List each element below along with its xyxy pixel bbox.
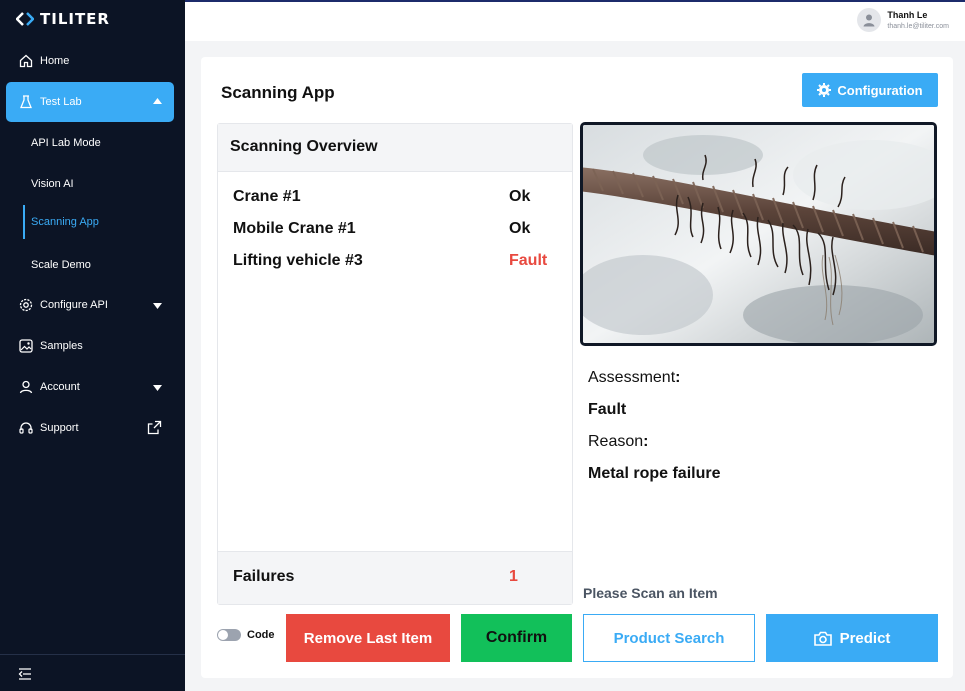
sidebar-item-label: Support: [40, 422, 79, 434]
failures-count: 1: [509, 568, 518, 585]
sidebar-item-account[interactable]: Account: [6, 369, 174, 405]
toggle-switch[interactable]: [217, 629, 241, 641]
top-bar: Thanh Le thanh.le@tiliter.com: [185, 0, 965, 41]
configuration-button-label: Configuration: [837, 82, 923, 98]
item-status: Ok: [509, 220, 531, 237]
product-search-button[interactable]: Product Search: [583, 614, 755, 662]
overview-title: Scanning Overview: [218, 124, 572, 172]
sidebar-item-configure-api[interactable]: Configure API: [6, 287, 174, 323]
item-name: Mobile Crane #1: [233, 220, 356, 237]
item-status: Ok: [509, 188, 531, 205]
avatar: [857, 8, 882, 32]
item-status: Fault: [509, 252, 548, 269]
assessment-value: Fault: [588, 401, 627, 418]
main-panel: Scanning App Configuration Scanning Over…: [201, 57, 953, 678]
sidebar-item-samples[interactable]: Samples: [6, 328, 174, 364]
collapse-menu-icon[interactable]: [18, 667, 32, 685]
sidebar-item-label: Test Lab: [40, 96, 82, 108]
list-item: Crane #1 Ok: [233, 188, 551, 212]
user-avatar-icon: [863, 14, 875, 27]
reason-value: Metal rope failure: [588, 465, 721, 482]
sidebar-subitem-label: API Lab Mode: [31, 137, 101, 149]
sidebar-subitem-label: Scanning App: [31, 216, 99, 228]
sidebar-item-label: Configure API: [40, 299, 108, 311]
sidebar-item-label: Home: [40, 55, 70, 67]
sidebar-subitem-label: Vision AI: [31, 178, 74, 190]
reason-label-text: Reason: [588, 433, 644, 450]
tiliter-logo-icon: [16, 12, 34, 26]
sidebar-item-label: Samples: [40, 340, 83, 352]
sidebar-item-label: Account: [40, 381, 80, 393]
logo-text: TILITER: [40, 10, 110, 28]
user-name: Thanh Le: [887, 10, 928, 20]
code-toggle[interactable]: Code: [217, 629, 275, 641]
caret-up-icon: [153, 95, 162, 107]
assessment-label-text: Assessment: [588, 369, 676, 386]
list-item: Lifting vehicle #3 Fault: [233, 252, 551, 276]
sidebar-item-test-lab[interactable]: Test Lab: [6, 82, 174, 122]
user-menu[interactable]: Thanh Le thanh.le@tiliter.com: [857, 8, 949, 32]
sidebar-subitem-scale-demo[interactable]: Scale Demo: [23, 248, 173, 282]
headset-icon: [18, 420, 34, 436]
user-email: thanh.le@tiliter.com: [887, 23, 949, 30]
code-label: Code: [247, 629, 275, 641]
sidebar-subitem-label: Scale Demo: [31, 259, 91, 271]
external-link-icon: [147, 420, 162, 438]
sidebar-subitem-vision-ai[interactable]: Vision AI: [23, 167, 173, 201]
toggle-knob: [218, 630, 228, 640]
remove-last-item-button[interactable]: Remove Last Item: [286, 614, 450, 662]
reason-label: Reason:: [588, 433, 649, 450]
caret-down-icon: [153, 382, 162, 394]
gear-icon: [18, 297, 34, 313]
failures-footer: Failures 1: [218, 551, 572, 604]
configuration-button[interactable]: Configuration: [802, 73, 938, 107]
user-icon: [18, 379, 34, 395]
gear-icon: [817, 83, 832, 97]
beaker-icon: [18, 94, 34, 110]
item-name: Lifting vehicle #3: [233, 252, 363, 269]
assessment-label: Assessment:: [588, 369, 681, 386]
predict-button[interactable]: Predict: [766, 614, 938, 662]
sidebar-item-home[interactable]: Home: [6, 43, 174, 79]
predict-button-label: Predict: [839, 629, 891, 647]
sidebar-footer: [0, 654, 185, 691]
scanning-overview: Scanning Overview Crane #1 Ok Mobile Cra…: [217, 123, 573, 605]
camera-icon: [813, 631, 832, 646]
image-icon: [18, 338, 34, 354]
sidebar: TILITER Home Test Lab API Lab Mode Visio…: [0, 0, 185, 691]
list-item: Mobile Crane #1 Ok: [233, 220, 551, 244]
sidebar-subitem-scanning-app[interactable]: Scanning App: [23, 205, 173, 239]
page-title: Scanning App: [221, 83, 335, 102]
logo[interactable]: TILITER: [16, 10, 110, 28]
item-name: Crane #1: [233, 188, 301, 205]
home-icon: [18, 53, 34, 69]
caret-down-icon: [153, 300, 162, 312]
confirm-button[interactable]: Confirm: [461, 614, 572, 662]
scan-prompt: Please Scan an Item: [583, 585, 718, 601]
scan-image: [580, 122, 937, 346]
sidebar-subitem-api-lab-mode[interactable]: API Lab Mode: [23, 126, 173, 160]
sidebar-item-support[interactable]: Support: [6, 410, 174, 446]
failures-label: Failures: [233, 568, 295, 585]
frayed-rope-image: [583, 125, 934, 343]
